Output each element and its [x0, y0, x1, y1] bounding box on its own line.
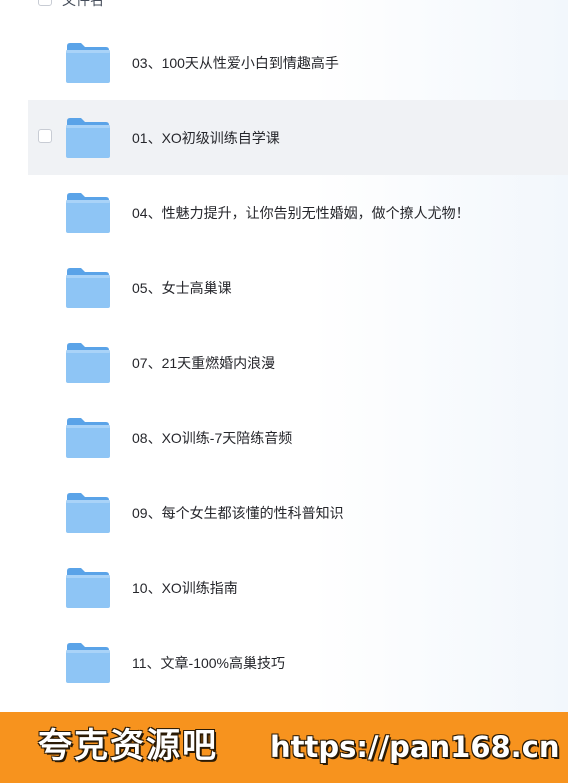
file-row[interactable]: 07、21天重燃婚内浪漫 — [28, 325, 568, 400]
file-name[interactable]: 09、每个女生都该懂的性科普知识 — [132, 503, 344, 523]
file-name[interactable]: 03、100天从性爱小白到情趣高手 — [132, 53, 339, 73]
row-checkbox[interactable] — [38, 129, 52, 143]
select-all-checkbox[interactable] — [38, 0, 52, 6]
file-name[interactable]: 05、女士高巢课 — [132, 278, 232, 298]
file-row[interactable]: 09、每个女生都该懂的性科普知识 — [28, 475, 568, 550]
file-name[interactable]: 11、文章-100%高巢技巧 — [132, 653, 285, 673]
file-row[interactable]: 10、XO训练指南 — [28, 550, 568, 625]
folder-icon — [66, 418, 110, 458]
file-row[interactable]: 03、100天从性爱小白到情趣高手 — [28, 25, 568, 100]
file-name[interactable]: 07、21天重燃婚内浪漫 — [132, 353, 275, 373]
file-list-header: 文件名 — [0, 0, 568, 14]
folder-icon — [66, 118, 110, 158]
folder-icon — [66, 493, 110, 533]
folder-icon — [66, 193, 110, 233]
file-name[interactable]: 01、XO初级训练自学课 — [132, 128, 280, 148]
file-name[interactable]: 08、XO训练-7天陪练音频 — [132, 428, 292, 448]
file-list: 03、100天从性爱小白到情趣高手 01、XO初级训练自学课 04、性魅力提升，… — [0, 25, 568, 775]
watermark-banner: 夸克资源吧 https://pan168.cn — [0, 712, 568, 783]
folder-icon — [66, 343, 110, 383]
file-row[interactable]: 05、女士高巢课 — [28, 250, 568, 325]
banner-brand: 夸克资源吧 — [38, 726, 218, 766]
column-header-filename[interactable]: 文件名 — [62, 0, 104, 9]
folder-icon — [66, 268, 110, 308]
folder-icon — [66, 568, 110, 608]
folder-icon — [66, 643, 110, 683]
file-row[interactable]: 04、性魅力提升，让你告别无性婚姻，做个撩人尤物！ — [28, 175, 568, 250]
folder-icon — [66, 43, 110, 83]
file-row[interactable]: 08、XO训练-7天陪练音频 — [28, 400, 568, 475]
banner-url: https://pan168.cn — [270, 730, 560, 764]
file-name[interactable]: 04、性魅力提升，让你告别无性婚姻，做个撩人尤物！ — [132, 203, 470, 223]
file-row[interactable]: 11、文章-100%高巢技巧 — [28, 625, 568, 700]
file-name[interactable]: 10、XO训练指南 — [132, 578, 238, 598]
file-row[interactable]: 01、XO初级训练自学课 — [28, 100, 568, 175]
